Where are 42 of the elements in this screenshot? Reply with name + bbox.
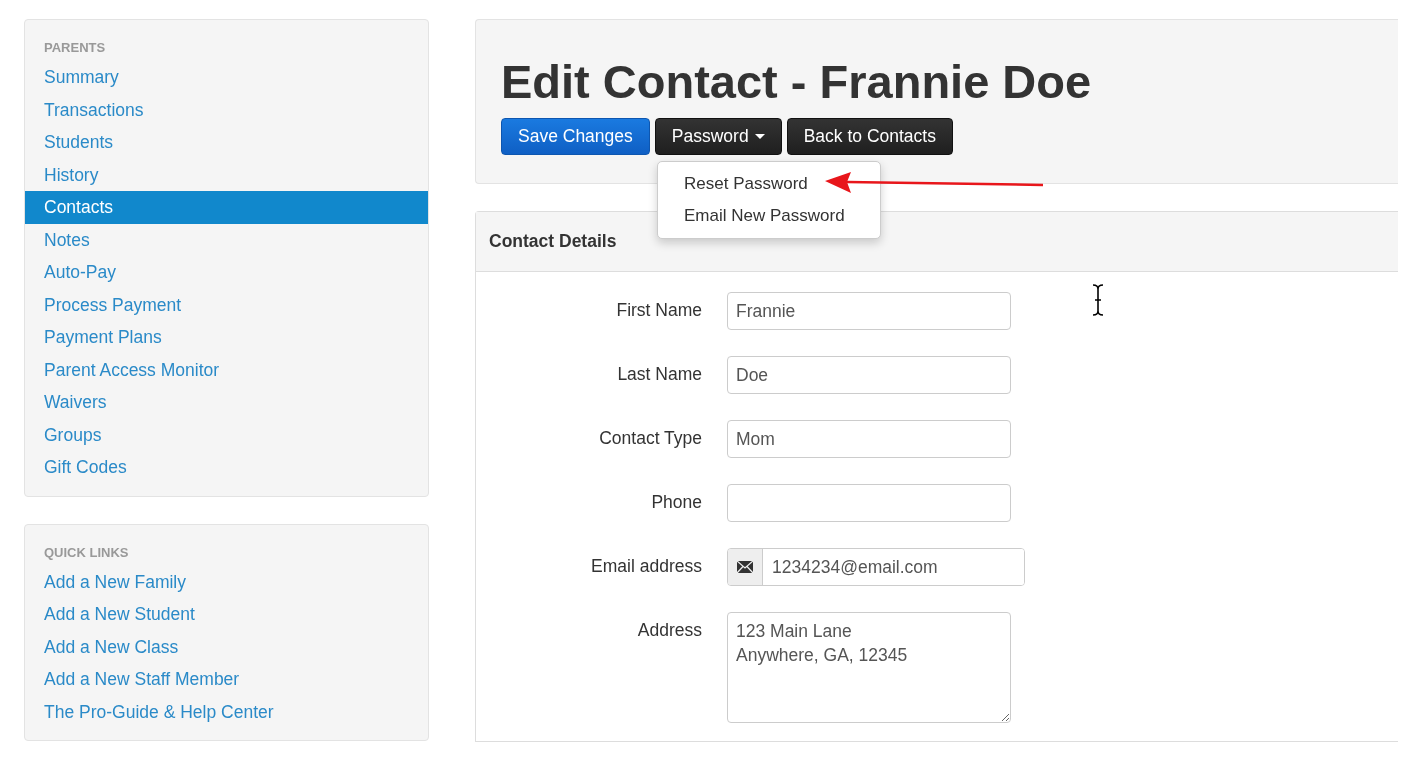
- envelope-icon: [737, 561, 753, 573]
- panel-title: Contact Details: [489, 231, 617, 252]
- input-field[interactable]: [727, 484, 1011, 522]
- sidebar-link[interactable]: The Pro-Guide & Help Center: [25, 695, 428, 728]
- sidebar-link[interactable]: Notes: [25, 223, 428, 256]
- sidebar-link[interactable]: Add a New Family: [25, 565, 428, 598]
- sidebar-heading: QUICK LINKS: [43, 543, 130, 562]
- sidebar-link[interactable]: Add a New Class: [25, 630, 428, 663]
- input-field[interactable]: Doe: [727, 356, 1011, 394]
- field-label: First Name: [615, 299, 702, 321]
- sidebar-link[interactable]: Process Payment: [25, 288, 428, 321]
- menu-item[interactable]: Reset Password: [658, 168, 880, 200]
- sidebar-link[interactable]: Waivers: [25, 386, 428, 419]
- address-field[interactable]: 123 Main Lane Anywhere, GA, 12345: [727, 612, 1011, 723]
- input-field[interactable]: Mom: [727, 420, 1011, 458]
- sidebar-link[interactable]: Parent Access Monitor: [25, 353, 428, 386]
- input-field[interactable]: Frannie: [727, 292, 1011, 330]
- page-title: Edit Contact - Frannie Doe: [501, 54, 1093, 110]
- action-button[interactable]: Back to Contacts: [786, 118, 953, 155]
- field-label: Email address: [590, 555, 702, 577]
- sidebar-link[interactable]: Add a New Staff Member: [25, 663, 428, 696]
- sidebar-link[interactable]: Payment Plans: [25, 321, 428, 354]
- field-label: Contact Type: [598, 427, 702, 449]
- caret-icon: [754, 134, 765, 139]
- email-field[interactable]: 1234234@email.com: [727, 548, 1025, 586]
- field-label: Phone: [650, 491, 702, 513]
- sidebar-heading: PARENTS: [43, 39, 107, 57]
- field-label: Address: [636, 619, 702, 641]
- sidebar-link[interactable]: Contacts: [25, 191, 428, 224]
- sidebar-link[interactable]: Auto-Pay: [25, 256, 428, 289]
- action-button[interactable]: Save Changes: [501, 118, 650, 155]
- sidebar-link[interactable]: History: [25, 158, 428, 191]
- field-label: Last Name: [616, 363, 702, 385]
- sidebar-link[interactable]: Summary: [25, 61, 428, 94]
- sidebar-link[interactable]: Groups: [25, 418, 428, 451]
- menu-item[interactable]: Email New Password: [658, 200, 880, 232]
- sidebar-link[interactable]: Gift Codes: [25, 451, 428, 484]
- dropdown-button[interactable]: Password: [654, 118, 782, 155]
- sidebar-link[interactable]: Transactions: [25, 93, 428, 126]
- text-cursor-icon: [1091, 284, 1105, 316]
- sidebar-link[interactable]: Add a New Student: [25, 598, 428, 631]
- sidebar-link[interactable]: Students: [25, 126, 428, 159]
